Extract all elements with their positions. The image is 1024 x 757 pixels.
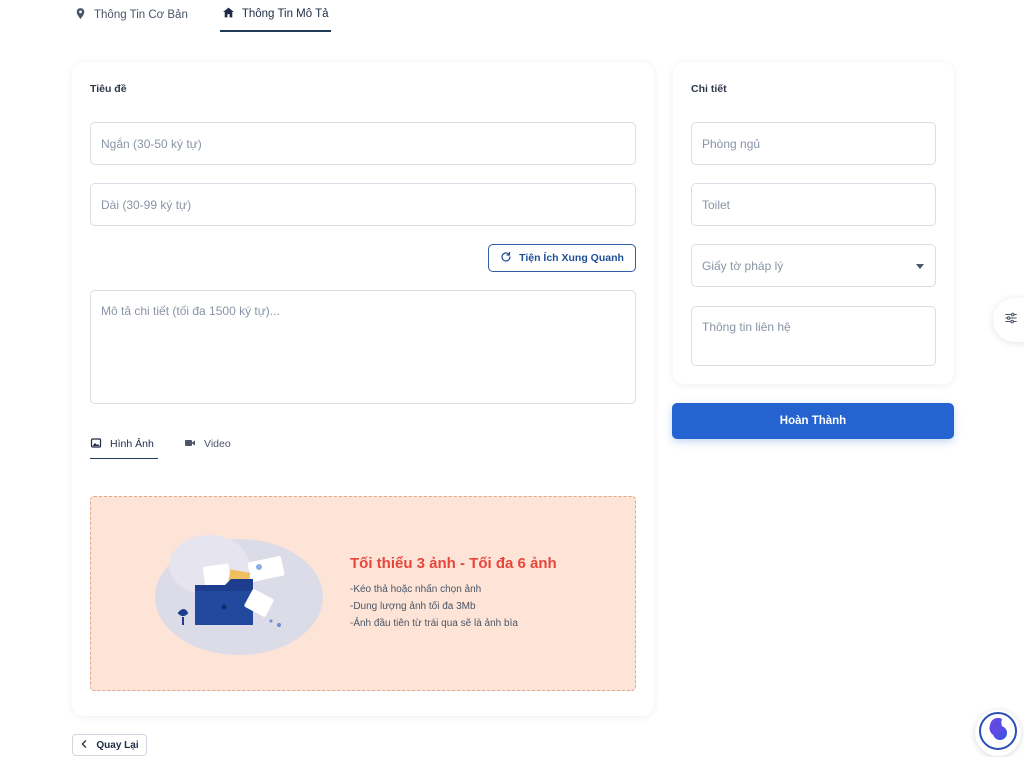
tab-video-label: Video bbox=[204, 438, 231, 450]
sliders-icon bbox=[1004, 311, 1018, 330]
assistant-chat-button[interactable] bbox=[975, 710, 1021, 756]
tab-images-label: Hình Ảnh bbox=[110, 438, 154, 450]
refresh-icon bbox=[500, 251, 512, 266]
details-heading: Chi tiết bbox=[691, 83, 727, 95]
caret-down-icon bbox=[916, 263, 924, 269]
long-title-input[interactable] bbox=[101, 197, 625, 212]
upload-title: Tối thiểu 3 ảnh - Tối đa 6 ảnh bbox=[350, 555, 557, 572]
nearby-amenities-label: Tiện Ích Xung Quanh bbox=[519, 252, 624, 264]
top-tabs: Thông Tin Cơ Bản Thông Tin Mô Tả bbox=[72, 0, 331, 32]
tab-basic-info-label: Thông Tin Cơ Bản bbox=[94, 9, 188, 21]
description-field[interactable]: Mô tả chi tiết (tối đa 1500 ký tự)... bbox=[90, 290, 636, 404]
chevron-left-icon bbox=[80, 739, 88, 751]
description-placeholder: Mô tả chi tiết (tối đa 1500 ký tự)... bbox=[101, 304, 280, 318]
bedrooms-field[interactable] bbox=[691, 122, 936, 165]
upload-rule-size: -Dung lượng ảnh tối đa 3Mb bbox=[350, 601, 476, 612]
toilet-input[interactable] bbox=[702, 197, 925, 212]
nearby-amenities-button[interactable]: Tiện Ích Xung Quanh bbox=[488, 244, 636, 272]
back-button[interactable]: Quay Lại bbox=[72, 734, 147, 756]
complete-button[interactable]: Hoàn Thành bbox=[672, 403, 954, 439]
long-title-field[interactable] bbox=[90, 183, 636, 226]
assistant-logo-icon bbox=[978, 711, 1018, 756]
image-icon bbox=[90, 437, 102, 452]
image-upload-dropzone[interactable]: Tối thiểu 3 ảnh - Tối đa 6 ảnh -Kéo thả … bbox=[90, 496, 636, 691]
tab-description-info[interactable]: Thông Tin Mô Tả bbox=[219, 0, 331, 32]
upload-rule-drag: -Kéo thả hoặc nhấn chọn ảnh bbox=[350, 584, 482, 595]
home-icon bbox=[222, 6, 235, 22]
back-button-label: Quay Lại bbox=[96, 739, 139, 751]
video-camera-icon bbox=[184, 437, 196, 452]
tab-video[interactable]: Video bbox=[184, 430, 231, 458]
legal-docs-select[interactable]: Giấy tờ pháp lý bbox=[691, 244, 936, 287]
title-heading: Tiêu đề bbox=[90, 83, 127, 95]
tab-images[interactable]: Hình Ảnh bbox=[90, 430, 158, 459]
short-title-input[interactable] bbox=[101, 136, 625, 151]
media-tabs: Hình Ảnh Video bbox=[90, 430, 231, 460]
toilet-field[interactable] bbox=[691, 183, 936, 226]
contact-info-placeholder: Thông tin liên hệ bbox=[702, 320, 791, 334]
location-pin-icon bbox=[74, 7, 87, 23]
folder-upload-illustration bbox=[149, 525, 324, 660]
tab-basic-info[interactable]: Thông Tin Cơ Bản bbox=[72, 0, 190, 30]
legal-docs-placeholder: Giấy tờ pháp lý bbox=[702, 258, 784, 273]
bedrooms-input[interactable] bbox=[702, 136, 925, 151]
upload-rule-cover: -Ảnh đầu tiên từ trái qua sẽ là ảnh bìa bbox=[350, 618, 518, 629]
short-title-field[interactable] bbox=[90, 122, 636, 165]
tab-description-info-label: Thông Tin Mô Tả bbox=[241, 8, 329, 20]
contact-info-field[interactable]: Thông tin liên hệ bbox=[691, 306, 936, 366]
filter-settings-button[interactable] bbox=[993, 298, 1024, 342]
